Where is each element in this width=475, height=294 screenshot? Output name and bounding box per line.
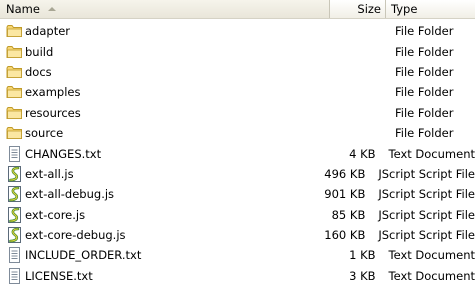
- file-row[interactable]: ext-core-debug.js 160 KB JScript Script …: [0, 225, 475, 245]
- file-row[interactable]: INCLUDE_ORDER.txt 1 KB Text Document: [0, 245, 475, 265]
- file-name-cell: source: [0, 125, 330, 141]
- text-document-icon: [6, 247, 23, 264]
- file-size: 3 KB: [349, 268, 376, 283]
- file-type: JScript Script File: [378, 228, 475, 243]
- file-size: 4 KB: [349, 146, 376, 161]
- file-row[interactable]: ext-core.js 85 KB JScript Script File: [0, 205, 475, 225]
- jscript-file-icon: [6, 227, 23, 244]
- file-name: source: [25, 126, 64, 141]
- file-type: File Folder: [395, 126, 454, 141]
- folder-icon: [6, 44, 23, 60]
- file-name-cell: examples: [0, 84, 330, 100]
- folder-icon: [6, 125, 23, 141]
- folder-icon: [6, 23, 23, 39]
- file-size: 160 KB: [324, 228, 366, 243]
- file-name: examples: [25, 85, 81, 100]
- file-type: Text Document: [388, 146, 475, 161]
- file-row[interactable]: ext-all.js 496 KB JScript Script File: [0, 164, 475, 184]
- file-size: 85 KB: [331, 207, 366, 222]
- file-row[interactable]: CHANGES.txt 4 KB Text Document: [0, 143, 475, 163]
- file-size: 901 KB: [324, 187, 366, 202]
- file-name: ext-all-debug.js: [25, 187, 115, 202]
- file-name: CHANGES.txt: [25, 146, 102, 161]
- file-row[interactable]: docs File Folder: [0, 62, 475, 82]
- type-column-label: Type: [391, 2, 418, 16]
- file-name-cell: ext-all-debug.js: [0, 186, 316, 203]
- file-name: LICENSE.txt: [25, 268, 93, 283]
- column-header-bar: Name Size Type: [0, 0, 475, 19]
- file-name-cell: ext-all.js: [0, 165, 316, 182]
- file-type: JScript Script File: [378, 166, 475, 181]
- text-document-icon: [6, 145, 23, 162]
- file-name: resources: [25, 105, 81, 120]
- jscript-file-icon: [6, 206, 23, 223]
- file-name: INCLUDE_ORDER.txt: [25, 248, 142, 263]
- file-name-cell: build: [0, 44, 330, 60]
- file-row[interactable]: examples File Folder: [0, 82, 475, 102]
- file-name-cell: LICENSE.txt: [0, 267, 324, 284]
- name-column-header[interactable]: Name: [0, 0, 330, 18]
- file-type: File Folder: [395, 64, 454, 79]
- file-name: adapter: [25, 24, 71, 39]
- file-type: Text Document: [388, 248, 475, 263]
- file-size: 496 KB: [324, 166, 366, 181]
- name-column-label: Name: [6, 2, 40, 16]
- text-document-icon: [6, 267, 23, 284]
- file-type: File Folder: [395, 105, 454, 120]
- type-column-header[interactable]: Type: [386, 0, 475, 18]
- file-row[interactable]: adapter File Folder: [0, 21, 475, 41]
- folder-icon: [6, 105, 23, 121]
- file-name-cell: ext-core-debug.js: [0, 227, 316, 244]
- file-name: ext-all.js: [25, 166, 74, 181]
- file-name: build: [25, 44, 54, 59]
- file-size: 1 KB: [349, 248, 376, 263]
- size-column-header[interactable]: Size: [330, 0, 386, 18]
- file-type: JScript Script File: [378, 207, 475, 222]
- file-row[interactable]: LICENSE.txt 3 KB Text Document: [0, 266, 475, 286]
- folder-icon: [6, 64, 23, 80]
- file-rows: adapter File Folder build File Folder do…: [0, 19, 475, 286]
- size-column-label: Size: [357, 2, 381, 16]
- file-type: File Folder: [395, 24, 454, 39]
- file-row[interactable]: source File Folder: [0, 123, 475, 143]
- file-type: File Folder: [395, 44, 454, 59]
- file-type: File Folder: [395, 85, 454, 100]
- jscript-file-icon: [6, 165, 23, 182]
- file-name: docs: [25, 64, 52, 79]
- file-row[interactable]: resources File Folder: [0, 103, 475, 123]
- jscript-file-icon: [6, 186, 23, 203]
- file-name-cell: ext-core.js: [0, 206, 316, 223]
- file-type: Text Document: [388, 268, 475, 283]
- file-name-cell: CHANGES.txt: [0, 145, 324, 162]
- file-name-cell: resources: [0, 105, 330, 121]
- sort-ascending-icon: [47, 7, 56, 11]
- file-row[interactable]: build File Folder: [0, 41, 475, 61]
- file-name: ext-core-debug.js: [25, 228, 126, 243]
- file-name: ext-core.js: [25, 207, 86, 222]
- file-list-view: Name Size Type adapter File Folder build…: [0, 0, 475, 294]
- file-name-cell: INCLUDE_ORDER.txt: [0, 247, 324, 264]
- folder-icon: [6, 84, 23, 100]
- file-type: JScript Script File: [378, 187, 475, 202]
- file-name-cell: adapter: [0, 23, 330, 39]
- file-name-cell: docs: [0, 64, 330, 80]
- file-row[interactable]: ext-all-debug.js 901 KB JScript Script F…: [0, 184, 475, 204]
